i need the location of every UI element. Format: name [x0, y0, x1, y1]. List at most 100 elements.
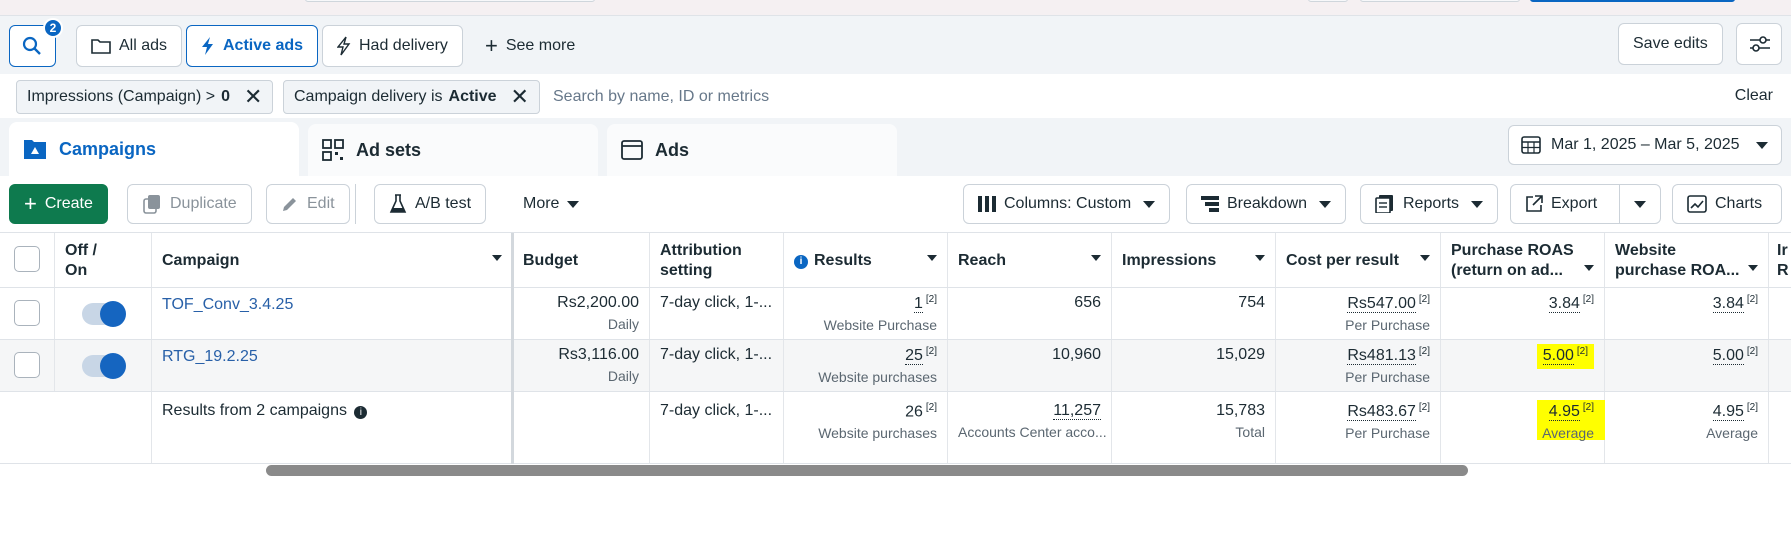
header-reach[interactable]: Reach: [948, 233, 1112, 287]
footnote: [2]: [925, 402, 937, 413]
roas-value: 3.84: [1548, 295, 1580, 314]
tab-campaigns[interactable]: Campaigns: [9, 122, 299, 176]
toggle-knob: [100, 353, 126, 379]
columns-button[interactable]: Columns: Custom: [963, 184, 1171, 224]
export-label: Export: [1551, 195, 1598, 212]
frozen-column-divider: [511, 233, 514, 464]
info-icon[interactable]: i: [354, 406, 368, 419]
delivery-toggle[interactable]: [82, 301, 126, 327]
results-value: 25: [905, 347, 923, 366]
date-range-picker[interactable]: Mar 1, 2025 – Mar 5, 2025: [1508, 125, 1782, 165]
budget-sub: Daily: [607, 316, 639, 332]
export-options-button[interactable]: [1619, 184, 1661, 224]
columns-icon: [978, 196, 996, 212]
campaign-name-cell: RTG_19.2.25: [152, 340, 513, 391]
highlight-marker: 5.00 [2]: [1536, 344, 1594, 370]
sliders-icon: [1750, 36, 1770, 52]
more-label: More: [523, 195, 560, 212]
reach-cell: 656: [948, 288, 1112, 339]
header-text: Campaign: [162, 252, 240, 269]
footnote: [2]: [1418, 402, 1430, 413]
filter-chip-impressions[interactable]: Impressions (Campaign) > 0 ✕: [16, 80, 274, 114]
filter-chip-delivery[interactable]: Campaign delivery is Active ✕: [283, 80, 540, 114]
select-all-checkbox[interactable]: [14, 246, 40, 272]
filter-chip-label: Campaign delivery is: [294, 88, 443, 105]
see-more-button[interactable]: + See more: [470, 25, 590, 67]
tab-ad-sets[interactable]: Ad sets: [308, 124, 598, 176]
had-delivery-label: Had delivery: [359, 37, 448, 54]
campaign-name-link[interactable]: RTG_19.2.25: [162, 348, 258, 365]
table-row[interactable]: RTG_19.2.25 Rs3,116.00 Daily 7-day click…: [0, 340, 1791, 392]
header-attribution[interactable]: Attribution setting: [650, 233, 784, 287]
pencil-icon: [283, 198, 296, 211]
chevron-down-icon: [1319, 200, 1332, 208]
campaign-flag-icon: [24, 140, 46, 159]
budget-sub: Daily: [607, 368, 639, 384]
header-off-on[interactable]: Off / On: [55, 233, 152, 287]
table-row[interactable]: TOF_Conv_3.4.25 Rs2,200.00 Daily 7-day c…: [0, 288, 1791, 340]
budget-cell[interactable]: Rs3,116.00 Daily: [513, 340, 650, 391]
export-button[interactable]: Export: [1510, 184, 1620, 224]
close-icon[interactable]: ✕: [244, 86, 262, 108]
view-toolbar: 2 All ads Active ads Had delivery + See …: [0, 16, 1791, 74]
filter-bar: Impressions (Campaign) > 0 ✕ Campaign de…: [8, 76, 1783, 118]
budget-cell[interactable]: Rs2,200.00 Daily: [513, 288, 650, 339]
reach-sub: Accounts Center acco...: [958, 424, 1107, 440]
header-text: Reach: [958, 252, 1007, 269]
edit-button[interactable]: Edit: [266, 184, 350, 224]
tab-ads-label: Ads: [655, 139, 690, 160]
header-purchase-roas[interactable]: Purchase ROAS (return on ad...: [1441, 233, 1605, 287]
clear-filters-link[interactable]: Clear: [1735, 87, 1773, 105]
delivery-toggle[interactable]: [82, 353, 126, 379]
had-delivery-button[interactable]: Had delivery: [322, 25, 463, 67]
header-text: purchase ROA...: [1615, 262, 1740, 279]
cost-sub: Per Purchase: [1345, 317, 1430, 334]
horizontal-scrollbar[interactable]: [266, 465, 1468, 476]
campaign-name-link[interactable]: TOF_Conv_3.4.25: [162, 296, 293, 313]
row-select-cell: [0, 288, 55, 339]
header-cut-off[interactable]: Ir R: [1769, 233, 1791, 287]
totals-reach-cell: 11,257 Accounts Center acco...: [948, 392, 1112, 463]
charts-button[interactable]: Charts: [1672, 184, 1782, 224]
cost-value: Rs547.00: [1347, 295, 1416, 314]
header-budget[interactable]: Budget: [513, 233, 650, 287]
tab-ads[interactable]: Ads: [607, 124, 897, 176]
header-impressions[interactable]: Impressions: [1112, 233, 1276, 287]
header-website-purchase-roas[interactable]: Website purchase ROA...: [1605, 233, 1769, 287]
roas-sub: Average: [1542, 425, 1594, 442]
duplicate-button[interactable]: Duplicate: [127, 184, 252, 224]
all-ads-button[interactable]: All ads: [76, 25, 183, 67]
footnote: [2]: [1418, 294, 1430, 305]
results-sub: Website purchases: [818, 369, 937, 386]
results-cell: 1 [2] Website Purchase: [784, 288, 948, 339]
view-settings-button[interactable]: [1736, 23, 1782, 65]
breakdown-button[interactable]: Breakdown: [1186, 184, 1347, 224]
header-cost-per-result[interactable]: Cost per result: [1276, 233, 1441, 287]
search-input[interactable]: [553, 82, 1453, 112]
web-roas-sub: Average: [1706, 425, 1758, 442]
search-toggle-button[interactable]: 2: [9, 18, 63, 67]
save-edits-button[interactable]: Save edits: [1618, 23, 1723, 65]
duplicate-label: Duplicate: [170, 195, 237, 212]
row-checkbox[interactable]: [14, 352, 40, 378]
close-icon[interactable]: ✕: [511, 86, 529, 108]
results-value: 26: [905, 403, 923, 421]
ab-test-button[interactable]: A/B test: [374, 184, 487, 224]
create-button[interactable]: + Create: [9, 184, 108, 224]
row-checkbox[interactable]: [14, 300, 40, 326]
footnote: [2]: [925, 294, 937, 305]
footnote: [2]: [1418, 346, 1430, 357]
header-results[interactable]: i Results: [784, 233, 948, 287]
active-ads-button[interactable]: Active ads: [186, 25, 319, 67]
more-button[interactable]: More: [508, 184, 594, 224]
header-campaign[interactable]: Campaign: [152, 233, 513, 287]
totals-attribution-cell: 7-day click, 1-...: [650, 392, 784, 463]
campaigns-table: Off / On Campaign Budget Attribution set…: [0, 232, 1791, 464]
reach-cell: 10,960: [948, 340, 1112, 391]
toggle-knob: [100, 301, 126, 327]
edit-label: Edit: [307, 195, 335, 212]
charts-label: Charts: [1715, 195, 1763, 212]
cost-sub: Per Purchase: [1345, 425, 1430, 442]
chevron-down-icon: [1091, 255, 1101, 261]
reports-button[interactable]: Reports: [1360, 184, 1499, 224]
